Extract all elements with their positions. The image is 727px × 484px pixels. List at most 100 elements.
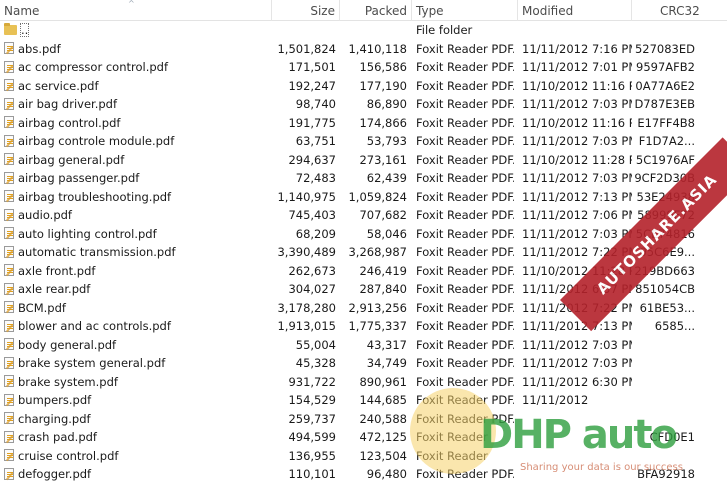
file-name-cell: bumpers.pdf	[4, 391, 272, 410]
column-header-packed[interactable]: Packed	[340, 0, 412, 21]
file-row[interactable]: air bag driver.pdf 98,740 86,890 Foxit Read…	[0, 95, 727, 114]
file-modified: 11/11/2012 7:03 PM	[522, 171, 632, 185]
file-packed-size: 707,682	[359, 208, 407, 222]
file-size: 72,483	[295, 171, 336, 185]
file-name-cell: ac service.pdf	[4, 77, 272, 96]
pdf-icon	[4, 393, 14, 406]
file-type: Foxit Reader PDF...	[416, 41, 514, 56]
file-modified: 11/11/2012 7:03 PM	[522, 356, 632, 370]
file-type: Foxit Reader PDF...	[416, 134, 514, 148]
file-row[interactable]: airbag general.pdf 294,637 273,161 Foxit Re…	[0, 151, 727, 170]
file-modified	[522, 21, 632, 40]
file-type: Foxit Reader PDF...	[416, 60, 514, 74]
file-row[interactable]: airbag controle module.pdf 63,751 53,793 Fo…	[0, 132, 727, 151]
file-name: automatic transmission.pdf	[18, 245, 176, 259]
file-crc32: F1D7A2...	[638, 134, 695, 148]
column-header-bar: Name ^ Size Packed Type Modified CRC32	[0, 0, 727, 21]
file-size: 55,004	[295, 337, 336, 352]
file-name-cell: crash pad.pdf	[4, 428, 272, 447]
file-packed-size: 287,840	[359, 282, 407, 296]
file-row[interactable]: audio.pdf 745,403 707,682 Foxit Reader PDF.…	[0, 206, 727, 225]
file-packed-size: 890,961	[359, 374, 407, 389]
pdf-icon	[4, 301, 14, 313]
file-type: Foxit Reader PDF...	[416, 337, 514, 352]
file-name-cell: abs.pdf	[4, 40, 272, 59]
file-name: air bag driver.pdf	[18, 97, 118, 111]
file-packed-size: 86,890	[366, 97, 407, 111]
file-packed-size: 34,749	[366, 356, 407, 370]
file-packed-size: 62,439	[366, 171, 407, 185]
pdf-icon	[4, 264, 14, 276]
file-type: Foxit Reader PDF...	[416, 97, 514, 111]
file-name-cell: automatic transmission.pdf	[4, 243, 272, 262]
file-packed-size: 246,419	[359, 263, 407, 278]
file-type: Foxit Reader PDF...	[416, 208, 514, 222]
file-row[interactable]: airbag control.pdf 191,775 174,866 Foxit Re…	[0, 114, 727, 133]
file-row[interactable]: .. File folder	[0, 21, 727, 40]
file-packed-size: 1,775,337	[348, 319, 407, 333]
file-modified: 11/11/2012 7:03 PM	[522, 337, 632, 352]
file-name-cell: audio.pdf	[4, 206, 272, 225]
file-type: Foxit Reader PDF...	[416, 152, 514, 167]
pdf-icon	[4, 171, 14, 184]
file-name: audio.pdf	[18, 208, 72, 222]
file-name: auto lighting control.pdf	[18, 226, 157, 241]
file-packed-size: 2,913,256	[348, 300, 407, 315]
file-type: Foxit Reader PDF...	[416, 374, 514, 389]
file-name: BCM.pdf	[18, 300, 66, 315]
pdf-icon	[4, 153, 14, 165]
pdf-icon	[4, 412, 14, 424]
file-row[interactable]: abs.pdf 1,501,824 1,410,118 Foxit Reader PD…	[0, 40, 727, 59]
file-size: 63,751	[295, 134, 336, 148]
file-row[interactable]: airbag troubleshooting.pdf 1,140,975 1,059…	[0, 188, 727, 207]
file-name: crash pad.pdf	[18, 430, 97, 444]
file-type: Foxit Reader PDF...	[416, 171, 514, 185]
file-name: abs.pdf	[18, 41, 61, 56]
file-crc32: 527083ED	[634, 41, 695, 56]
column-header-modified[interactable]: Modified	[518, 0, 632, 21]
file-name-cell: brake system general.pdf	[4, 354, 272, 373]
column-header-type[interactable]: Type	[412, 0, 518, 21]
file-packed-size	[340, 21, 407, 40]
file-size: 304,027	[288, 282, 336, 296]
file-row[interactable]: brake system.pdf 931,722 890,961 Foxit Read…	[0, 373, 727, 392]
file-row[interactable]: brake system general.pdf 45,328 34,749 Foxi…	[0, 354, 727, 373]
pdf-icon	[4, 42, 14, 54]
pdf-icon	[4, 208, 14, 221]
column-header-name[interactable]: Name	[0, 0, 272, 21]
file-crc32: D787E3EB	[634, 97, 695, 111]
file-name: ..	[20, 23, 30, 37]
file-size: 1,501,824	[277, 41, 336, 56]
pdf-icon	[4, 338, 14, 350]
file-name: axle rear.pdf	[18, 282, 91, 296]
file-size: 745,403	[288, 208, 336, 222]
file-name: airbag troubleshooting.pdf	[18, 189, 172, 204]
column-header-size[interactable]: Size	[272, 0, 340, 21]
file-row[interactable]: blower and ac controls.pdf 1,913,015 1,775…	[0, 317, 727, 336]
watermark-logo: DHP auto	[480, 412, 678, 458]
file-row[interactable]: body general.pdf 55,004 43,317 Foxit Reader…	[0, 336, 727, 355]
column-header-crc32[interactable]: CRC32	[632, 0, 727, 21]
file-crc32: 851054CB	[635, 282, 695, 296]
file-row[interactable]: ac service.pdf 192,247 177,190 Foxit Reader…	[0, 77, 727, 96]
file-modified: 11/11/2012 7:06 PM	[522, 208, 632, 222]
pdf-icon	[4, 319, 14, 332]
file-name-cell: auto lighting control.pdf	[4, 225, 272, 244]
file-size: 192,247	[288, 78, 336, 93]
file-size	[272, 21, 336, 40]
file-size: 98,740	[295, 97, 336, 111]
file-packed-size: 174,866	[359, 115, 407, 130]
file-name-cell: airbag general.pdf	[4, 151, 272, 170]
file-row[interactable]: airbag passenger.pdf 72,483 62,439 Foxit Re…	[0, 169, 727, 188]
file-name-cell: ac compressor control.pdf	[4, 58, 272, 77]
file-modified: 11/10/2012 11:16 PM	[522, 78, 632, 93]
file-type: Foxit Reader PDF...	[416, 78, 514, 93]
folder-icon	[4, 22, 17, 35]
file-packed-size: 273,161	[359, 152, 407, 167]
file-crc32: 6585...	[654, 319, 695, 333]
file-name-cell: airbag passenger.pdf	[4, 169, 272, 188]
file-row[interactable]: ac compressor control.pdf 171,501 156,586 F…	[0, 58, 727, 77]
file-row[interactable]: bumpers.pdf154,529144,685Foxit Reader PD…	[0, 391, 727, 410]
file-packed-size: 3,268,987	[348, 245, 407, 259]
file-crc32	[632, 21, 695, 40]
